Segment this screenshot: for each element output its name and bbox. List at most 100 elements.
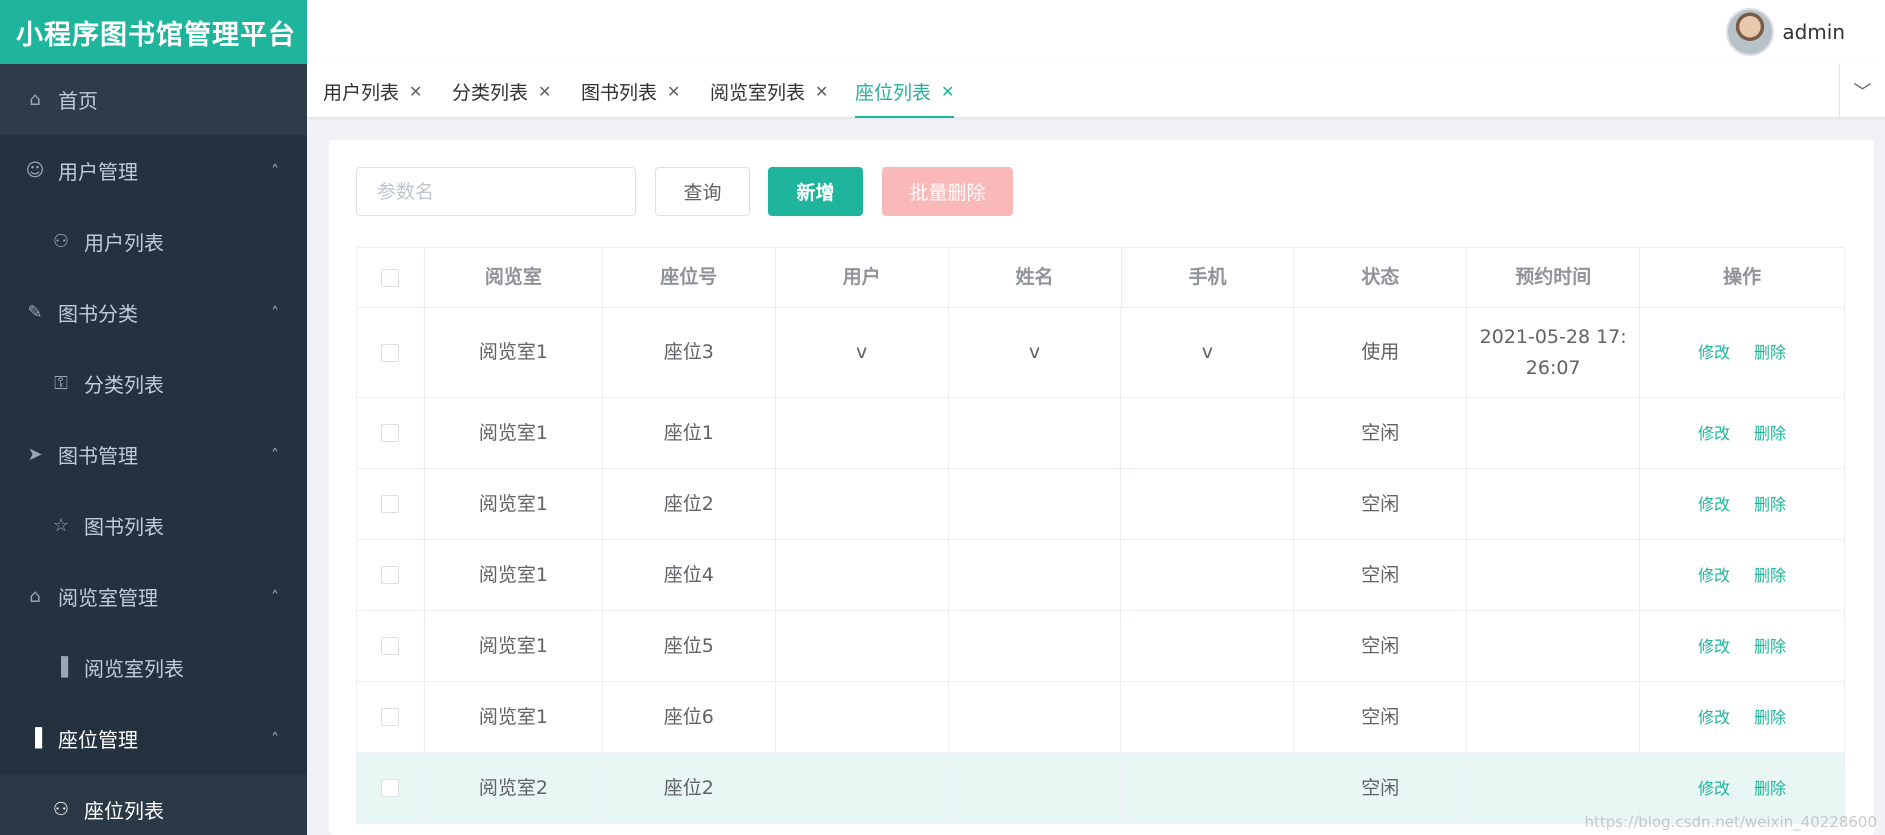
table-row[interactable]: 阅览室1 座位6 空闲 修改 删除 bbox=[357, 682, 1845, 753]
sidebar-item-label: 图书分类 bbox=[58, 302, 138, 326]
add-button[interactable]: 新增 bbox=[768, 167, 863, 216]
sidebar-item[interactable]: ☺ 用户管理 ˄ bbox=[0, 135, 307, 206]
sidebar-item[interactable]: ⌂ 阅览室管理 ˄ bbox=[0, 561, 307, 632]
sidebar-item[interactable]: ⚇ 座位列表 bbox=[0, 774, 307, 835]
table-row[interactable]: 阅览室1 座位2 空闲 修改 删除 bbox=[357, 469, 1845, 540]
cell-name bbox=[949, 398, 1122, 468]
row-select-cell bbox=[357, 611, 425, 681]
delete-link[interactable]: 删除 bbox=[1754, 702, 1786, 733]
tab[interactable]: 分类列表 ✕ bbox=[452, 64, 551, 118]
row-select-cell bbox=[357, 682, 425, 752]
row-checkbox[interactable] bbox=[381, 637, 400, 655]
delete-link[interactable]: 删除 bbox=[1754, 418, 1786, 449]
cell-actions: 修改 删除 bbox=[1640, 611, 1845, 681]
row-select-cell bbox=[357, 753, 425, 823]
delete-link[interactable]: 删除 bbox=[1754, 560, 1786, 591]
row-select-cell bbox=[357, 308, 425, 397]
cell-room: 阅览室1 bbox=[425, 682, 603, 752]
edit-link[interactable]: 修改 bbox=[1698, 631, 1730, 662]
edit-link[interactable]: 修改 bbox=[1698, 773, 1730, 804]
close-icon[interactable]: ✕ bbox=[667, 82, 680, 101]
delete-link[interactable]: 删除 bbox=[1754, 489, 1786, 520]
cell-status: 空闲 bbox=[1294, 682, 1468, 752]
cell-seat: 座位4 bbox=[603, 540, 776, 610]
tab[interactable]: 图书列表 ✕ bbox=[581, 64, 680, 118]
sidebar-item-label: 用户管理 bbox=[58, 160, 138, 184]
sidebar-item[interactable]: ▐ 阅览室列表 bbox=[0, 632, 307, 703]
cell-actions: 修改 删除 bbox=[1640, 308, 1845, 397]
edit-link[interactable]: 修改 bbox=[1698, 418, 1730, 449]
table-row[interactable]: 阅览室1 座位4 空闲 修改 删除 bbox=[357, 540, 1845, 611]
table-row[interactable]: 阅览室1 座位3 v v v 使用 2021-05-28 17:26:07 修改 删除 bbox=[357, 308, 1845, 398]
tab[interactable]: 阅览室列表 ✕ bbox=[710, 64, 828, 118]
close-icon[interactable]: ✕ bbox=[409, 82, 422, 101]
row-checkbox[interactable] bbox=[381, 343, 400, 362]
close-icon[interactable]: ✕ bbox=[538, 82, 551, 101]
sidebar-item-label: 首页 bbox=[58, 89, 98, 113]
sidebar-item[interactable]: ➤ 图书管理 ˄ bbox=[0, 419, 307, 490]
delete-link[interactable]: 删除 bbox=[1754, 337, 1786, 368]
watermark: https://blog.csdn.net/weixin_40228600 bbox=[1584, 813, 1877, 831]
cell-phone bbox=[1121, 398, 1295, 468]
edit-link[interactable]: 修改 bbox=[1698, 489, 1730, 520]
row-checkbox[interactable] bbox=[381, 495, 400, 513]
tabs-dropdown-chevron-icon[interactable]: ﹀ bbox=[1839, 64, 1885, 118]
delete-link[interactable]: 删除 bbox=[1754, 773, 1786, 804]
column-header: 座位号 bbox=[603, 248, 776, 307]
top-header: admin bbox=[307, 0, 1885, 64]
sidebar-item-label: 用户列表 bbox=[84, 231, 164, 255]
star-icon: ☆ bbox=[52, 515, 70, 536]
sidebar-item-label: 座位管理 bbox=[58, 728, 138, 752]
cell-user bbox=[776, 753, 949, 823]
edit-link[interactable]: 修改 bbox=[1698, 560, 1730, 591]
sidebar-item[interactable]: ⌂ 首页 bbox=[0, 64, 307, 135]
query-button[interactable]: 查询 bbox=[655, 167, 750, 216]
sidebar-item[interactable]: ▐ 座位管理 ˄ bbox=[0, 703, 307, 774]
cell-user bbox=[776, 682, 949, 752]
batch-delete-button[interactable]: 批量删除 bbox=[882, 167, 1013, 216]
tab[interactable]: 座位列表 ✕ bbox=[855, 64, 955, 118]
cell-seat: 座位3 bbox=[603, 308, 776, 397]
sidebar: 小程序图书馆管理平台 ⌂ 首页 ☺ 用户管理 ˄ ⚇ 用户列表 ✎ 图书分类 ˄ ⚿ 分类列表 ➤ 图书管… bbox=[0, 0, 307, 835]
column-header: 手机 bbox=[1122, 248, 1295, 307]
close-icon[interactable]: ✕ bbox=[941, 82, 954, 101]
cell-time bbox=[1467, 398, 1641, 468]
tab-label: 座位列表 bbox=[855, 81, 932, 104]
cell-user bbox=[776, 398, 949, 468]
cell-name: v bbox=[949, 308, 1122, 397]
edit-link[interactable]: 修改 bbox=[1698, 337, 1730, 368]
edit-link[interactable]: 修改 bbox=[1698, 702, 1730, 733]
user-name: admin bbox=[1782, 20, 1845, 44]
row-checkbox[interactable] bbox=[381, 566, 400, 584]
row-checkbox[interactable] bbox=[381, 424, 400, 442]
select-all-cell bbox=[357, 248, 425, 307]
tab[interactable]: 用户列表 ✕ bbox=[323, 64, 422, 118]
sidebar-item[interactable]: ⚇ 用户列表 bbox=[0, 206, 307, 277]
user-menu[interactable]: admin bbox=[1726, 8, 1845, 56]
cell-seat: 座位6 bbox=[603, 682, 776, 752]
sidebar-item-label: 阅览室管理 bbox=[58, 586, 158, 610]
avatar[interactable] bbox=[1726, 8, 1775, 56]
table-row[interactable]: 阅览室1 座位1 空闲 修改 删除 bbox=[357, 398, 1845, 469]
cell-time bbox=[1467, 682, 1641, 752]
select-all-checkbox[interactable] bbox=[381, 268, 400, 287]
search-input[interactable] bbox=[356, 167, 636, 216]
row-checkbox[interactable] bbox=[381, 708, 400, 726]
sidebar-item[interactable]: ✎ 图书分类 ˄ bbox=[0, 277, 307, 348]
cell-time bbox=[1467, 469, 1641, 539]
cell-actions: 修改 删除 bbox=[1640, 682, 1845, 752]
cell-user bbox=[776, 469, 949, 539]
sidebar-item[interactable]: ⚿ 分类列表 bbox=[0, 348, 307, 419]
sidebar-item[interactable]: ☆ 图书列表 bbox=[0, 490, 307, 561]
cell-room: 阅览室1 bbox=[425, 469, 603, 539]
delete-link[interactable]: 删除 bbox=[1754, 631, 1786, 662]
cell-name bbox=[949, 682, 1122, 752]
table-row[interactable]: 阅览室1 座位5 空闲 修改 删除 bbox=[357, 611, 1845, 682]
table-header-row: 阅览室 座位号 用户 姓名 手机 状态 预约时间 操作 bbox=[357, 248, 1846, 308]
cell-actions: 修改 删除 bbox=[1640, 398, 1845, 468]
sidebar-item-label: 图书列表 bbox=[84, 515, 164, 539]
app-logo[interactable]: 小程序图书馆管理平台 bbox=[0, 0, 307, 64]
row-checkbox[interactable] bbox=[381, 779, 400, 797]
cell-status: 空闲 bbox=[1294, 469, 1468, 539]
close-icon[interactable]: ✕ bbox=[815, 82, 828, 101]
